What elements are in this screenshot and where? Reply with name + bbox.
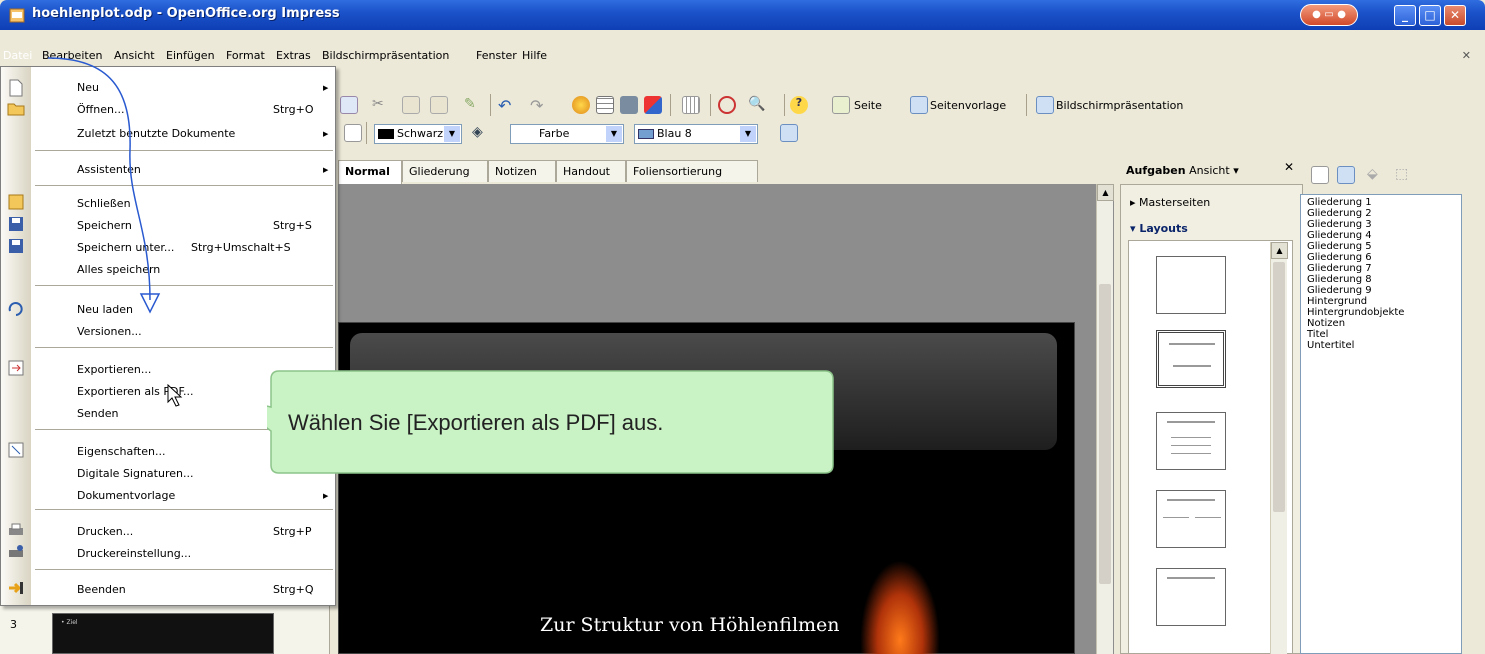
callout-text: Wählen Sie [Exportieren als PDF] aus. [288, 410, 664, 435]
tutorial-arrow [47, 57, 161, 314]
mouse-cursor-icon [167, 384, 183, 407]
